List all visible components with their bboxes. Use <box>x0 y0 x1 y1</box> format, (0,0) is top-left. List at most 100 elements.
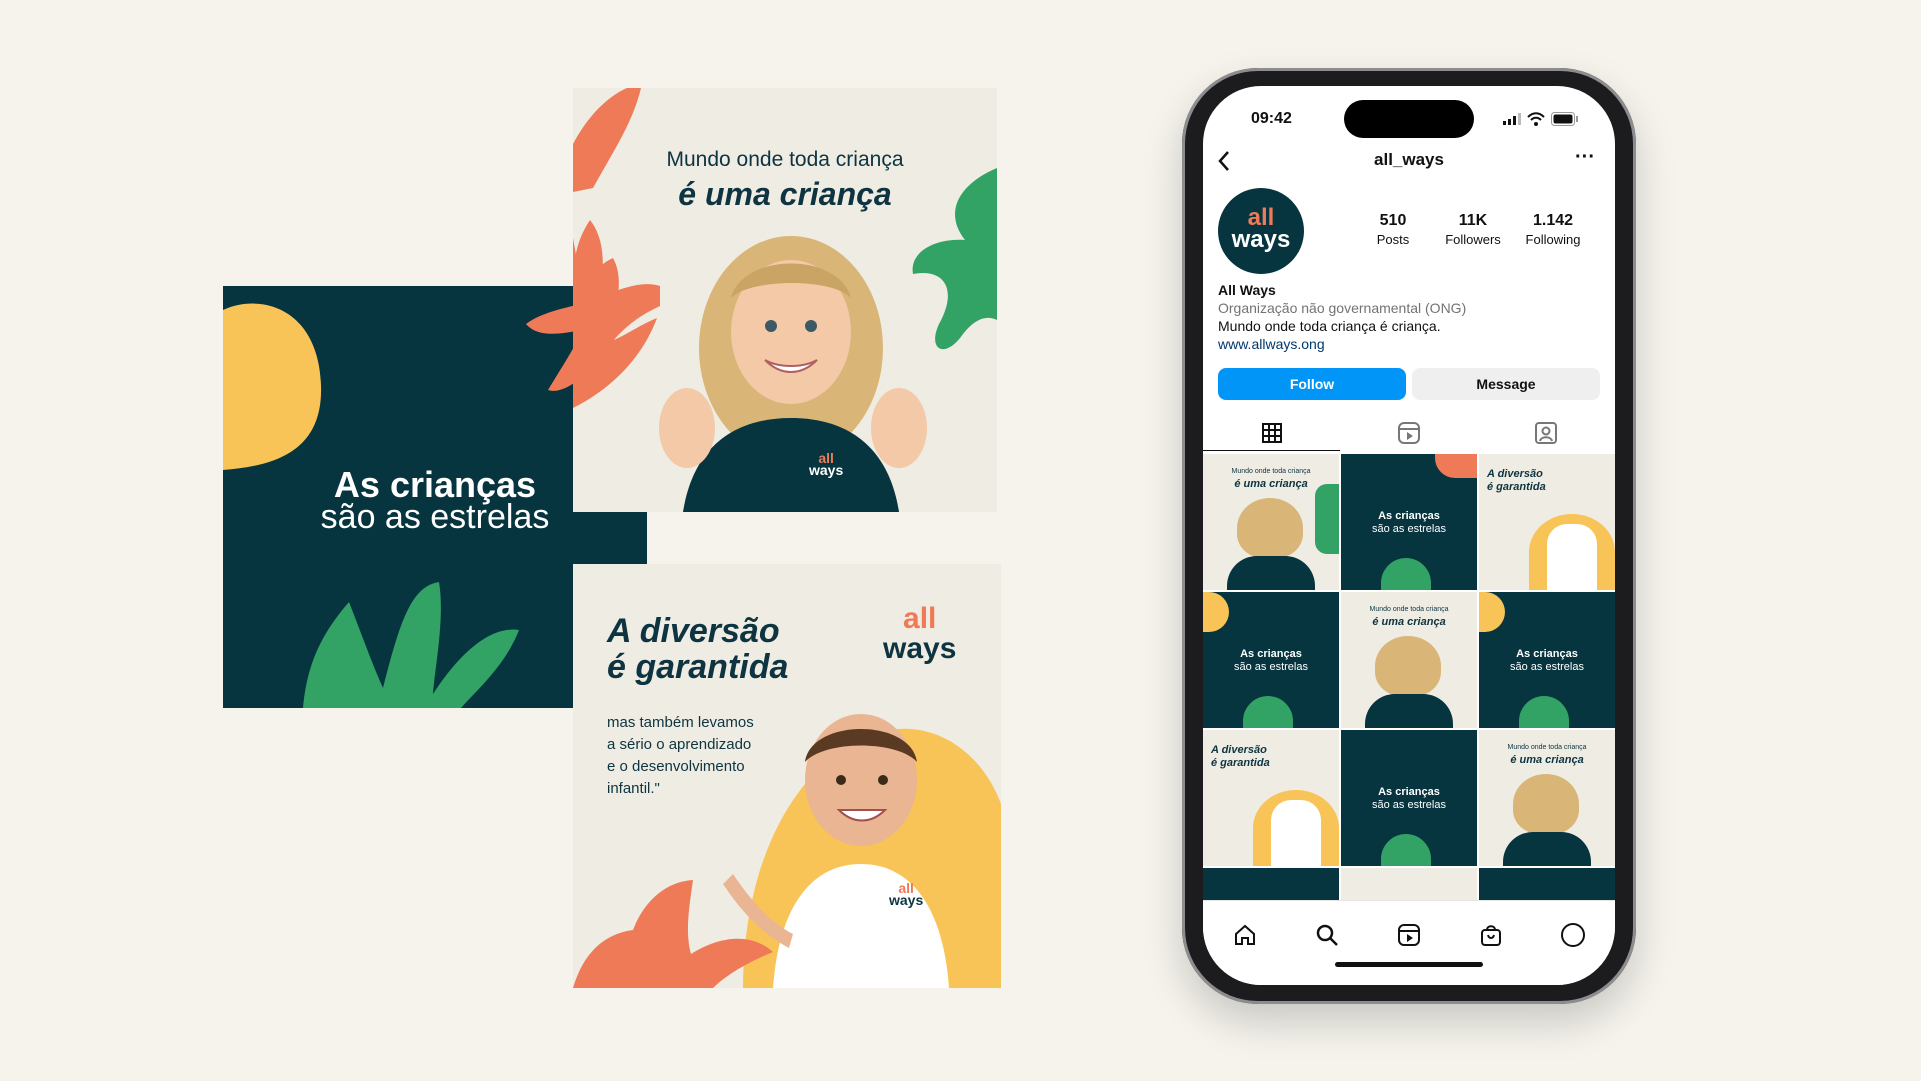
post2-shirt-logo: all ways <box>809 451 844 478</box>
avatar-logo-bottom: ways <box>1231 226 1291 253</box>
tab-reels[interactable] <box>1340 416 1477 450</box>
grid-post-6[interactable]: As crianças são as estrelas <box>1479 592 1615 728</box>
post3-title1: A diversão <box>607 612 780 650</box>
post-grid: Mundo onde toda criança é uma criança As… <box>1203 454 1615 900</box>
grid-thumb <box>1479 592 1505 632</box>
wifi-icon <box>1527 112 1545 126</box>
stat-following-value: 1.142 <box>1532 212 1574 229</box>
nav-shop[interactable] <box>1471 915 1511 955</box>
post2-line1: Mundo onde toda criança <box>666 148 904 171</box>
grid-text: é uma criança <box>1510 754 1584 766</box>
grid-thumb <box>1519 696 1569 728</box>
grid-text: Mundo onde toda criança <box>1507 744 1587 751</box>
dynamic-island <box>1344 100 1474 138</box>
nav-home[interactable] <box>1225 915 1265 955</box>
grid-text: é garantida <box>1211 757 1270 769</box>
grid-text: As crianças <box>1378 510 1440 522</box>
grid-thumb <box>1375 636 1441 696</box>
more-dots-icon[interactable]: ··· <box>1575 146 1595 169</box>
stat-followers[interactable]: 11K Followers <box>1433 212 1513 247</box>
grid-post-4[interactable]: As crianças são as estrelas <box>1203 592 1339 728</box>
post-a-diversao: A diversão é garantida mas também levamo… <box>573 564 1001 988</box>
grid-thumb <box>1365 694 1453 728</box>
grid-post-9[interactable]: Mundo onde toda criança é uma criança <box>1479 730 1615 866</box>
grid-post-8[interactable]: As crianças são as estrelas <box>1341 730 1477 866</box>
post3-title2: é garantida <box>607 648 789 686</box>
grid-post-3[interactable]: A diversão é garantida <box>1479 454 1615 590</box>
post3-logo: all ways <box>883 604 956 664</box>
grid-text: As crianças <box>1516 648 1578 660</box>
reels-icon <box>1398 924 1420 946</box>
grid-thumb <box>1243 696 1293 728</box>
logo-bottom: ways <box>883 632 957 665</box>
post3-shirt-logo: all ways <box>889 881 924 908</box>
orange-star-shape <box>526 220 660 391</box>
logo-top: all <box>903 602 937 635</box>
girl-photo <box>659 236 927 512</box>
grid-text: é uma criança <box>1372 616 1446 628</box>
grid-post-5[interactable]: Mundo onde toda criança é uma criança <box>1341 592 1477 728</box>
battery-icon <box>1551 112 1578 126</box>
grid-text: é garantida <box>1487 481 1546 493</box>
tab-grid[interactable] <box>1203 416 1340 451</box>
grid-thumb <box>1315 484 1339 554</box>
status-time: 09:42 <box>1251 110 1292 127</box>
nav-profile[interactable] <box>1553 915 1593 955</box>
grid-thumb <box>1271 800 1321 866</box>
stat-following-label: Following <box>1525 232 1581 247</box>
signal-icon <box>1503 113 1521 125</box>
grid-post-10[interactable] <box>1203 868 1339 900</box>
bio-text: Mundo onde toda criança é criança. <box>1218 318 1441 334</box>
grid-post-7[interactable]: A diversão é garantida <box>1203 730 1339 866</box>
bio-name: All Ways <box>1218 282 1276 298</box>
stat-following[interactable]: 1.142 Following <box>1513 212 1593 247</box>
grid-post-2[interactable]: As crianças são as estrelas <box>1341 454 1477 590</box>
stat-followers-value: 11K <box>1458 212 1488 229</box>
bio-link[interactable]: www.allways.ong <box>1218 336 1325 352</box>
grid-post-1[interactable]: Mundo onde toda criança é uma criança <box>1203 454 1339 590</box>
shirt-logo-bottom-3: ways <box>889 892 924 908</box>
grid-thumb <box>1435 454 1477 478</box>
post2-line2: é uma criança <box>678 176 892 212</box>
search-icon <box>1316 924 1338 946</box>
tab-tagged[interactable] <box>1477 416 1614 450</box>
grid-text: são as estrelas <box>1372 799 1446 811</box>
grid-thumb <box>1203 592 1229 632</box>
grid-text: são as estrelas <box>1234 661 1308 673</box>
home-icon <box>1235 924 1255 945</box>
grid-thumb <box>1381 834 1431 866</box>
phone-screen: 09:42 all_ways ··· all ways 510 Posts 11… <box>1203 86 1615 985</box>
stat-posts-label: Posts <box>1376 232 1410 247</box>
grid-text: As crianças <box>1240 648 1302 660</box>
grid-thumb <box>1547 524 1597 590</box>
shop-icon <box>1481 925 1501 946</box>
grid-text: As crianças <box>1378 786 1440 798</box>
nav-reels[interactable] <box>1389 915 1429 955</box>
grid-text: Mundo onde toda criança <box>1231 468 1311 475</box>
grid-icon <box>1261 423 1282 443</box>
avatar[interactable]: all ways <box>1218 188 1304 274</box>
shirt-logo-bottom: ways <box>809 462 844 478</box>
bottom-navbar <box>1203 900 1615 985</box>
reels-tab-icon <box>1397 422 1420 444</box>
message-button[interactable]: Message <box>1412 368 1600 400</box>
grid-text: são as estrelas <box>1510 661 1584 673</box>
grid-text: são as estrelas <box>1372 523 1446 535</box>
nav-search[interactable] <box>1307 915 1347 955</box>
stat-posts-value: 510 <box>1379 212 1407 229</box>
bio-category: Organização não governamental (ONG) <box>1218 300 1467 316</box>
stat-posts[interactable]: 510 Posts <box>1353 212 1433 247</box>
follow-button[interactable]: Follow <box>1218 368 1406 400</box>
grid-thumb <box>1503 832 1591 866</box>
profile-icon <box>1561 923 1585 947</box>
profile-username: all_ways <box>1374 150 1444 169</box>
grid-thumb <box>1513 774 1579 834</box>
grid-text: Mundo onde toda criança <box>1369 606 1449 613</box>
grid-thumb <box>1381 558 1431 590</box>
grid-text: A diversão <box>1487 468 1543 480</box>
grid-thumb <box>1227 556 1315 590</box>
home-indicator <box>1335 962 1483 967</box>
grid-post-11[interactable] <box>1341 868 1477 900</box>
stat-followers-label: Followers <box>1445 232 1501 247</box>
grid-post-12[interactable] <box>1479 868 1615 900</box>
